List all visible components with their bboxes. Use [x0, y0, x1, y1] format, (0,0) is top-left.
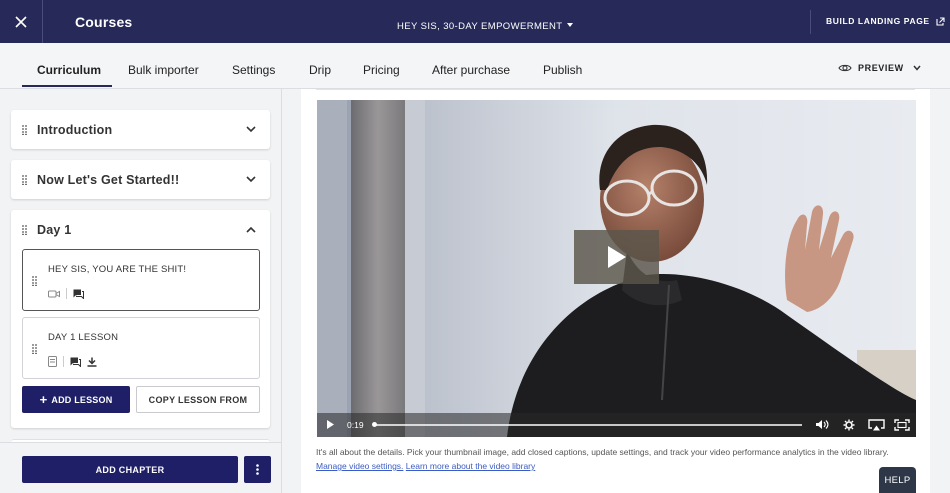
close-button[interactable]: [0, 0, 43, 43]
add-lesson-button[interactable]: + ADD LESSON: [22, 386, 130, 413]
chevron-down-icon: [913, 65, 921, 71]
lesson-item[interactable]: HEY SIS, YOU ARE THE SHIT!: [22, 249, 260, 311]
settings-gear-icon[interactable]: [843, 419, 855, 431]
more-options-button[interactable]: [244, 456, 271, 483]
add-chapter-button[interactable]: ADD CHAPTER: [22, 456, 238, 483]
video-controls: 0:19: [317, 413, 916, 437]
tab-curriculum[interactable]: Curriculum: [37, 63, 101, 77]
chapter-introduction[interactable]: Introduction: [11, 110, 270, 149]
build-landing-page-label: BUILD LANDING PAGE: [826, 16, 930, 26]
lesson-icons: [48, 356, 97, 367]
chevron-down-icon[interactable]: [246, 126, 256, 133]
drag-handle-icon[interactable]: [32, 276, 37, 286]
tab-pricing[interactable]: Pricing: [363, 63, 400, 77]
video-caption: It's all about the details. Pick your th…: [316, 445, 926, 473]
video-progress-bar[interactable]: [374, 424, 802, 426]
preview-button[interactable]: PREVIEW: [838, 63, 921, 73]
chapter-title: Now Let's Get Started!!: [37, 173, 180, 187]
external-link-icon: [936, 16, 945, 26]
lesson-icons: [48, 288, 84, 299]
tab-publish[interactable]: Publish: [543, 63, 582, 77]
chevron-down-icon[interactable]: [246, 176, 256, 183]
fullscreen-icon[interactable]: [894, 419, 910, 431]
header-divider: [810, 10, 811, 34]
video-icon: [48, 290, 60, 297]
main-content: 0:19 It's all about the details. Pick yo…: [283, 89, 950, 493]
comment-icon: [73, 289, 84, 299]
course-selector[interactable]: HEY SIS, 30-DAY EMPOWERMENT: [397, 21, 574, 32]
help-button[interactable]: HELP: [879, 467, 916, 493]
more-vertical-icon: [256, 464, 259, 475]
copy-lesson-button[interactable]: COPY LESSON FROM: [136, 386, 260, 413]
play-icon[interactable]: [326, 419, 335, 430]
comment-icon: [70, 357, 81, 367]
sidebar-footer: ADD CHAPTER: [0, 442, 281, 493]
active-tab-indicator: [22, 85, 112, 87]
text-icon: [48, 356, 57, 367]
build-landing-page-button[interactable]: BUILD LANDING PAGE: [826, 16, 945, 26]
tab-after-purchase[interactable]: After purchase: [432, 63, 510, 77]
play-icon: [607, 246, 626, 268]
chevron-up-icon[interactable]: [246, 226, 256, 233]
chapter-title: Introduction: [37, 123, 113, 137]
plus-icon: +: [39, 391, 48, 407]
course-name: HEY SIS, 30-DAY EMPOWERMENT: [397, 21, 563, 32]
add-lesson-label: ADD LESSON: [51, 394, 113, 405]
curriculum-sidebar: Introduction Now Let's Get Started!! Day…: [0, 89, 282, 493]
close-icon: [15, 15, 27, 28]
volume-icon[interactable]: [815, 419, 829, 430]
manage-video-settings-link[interactable]: Manage video settings.: [316, 461, 403, 471]
eye-icon: [838, 64, 852, 72]
tabs-bar: Curriculum Bulk importer Settings Drip P…: [0, 43, 950, 89]
chapter-now-lets-get-started[interactable]: Now Let's Get Started!!: [11, 160, 270, 199]
chapter-title[interactable]: Day 1: [37, 223, 71, 237]
drag-handle-icon[interactable]: [22, 175, 27, 185]
lesson-title: HEY SIS, YOU ARE THE SHIT!: [48, 264, 187, 275]
tab-settings[interactable]: Settings: [232, 63, 275, 77]
tab-drip[interactable]: Drip: [309, 63, 331, 77]
lesson-item[interactable]: DAY 1 LESSON: [22, 317, 260, 379]
video-library-link[interactable]: Learn more about the video library: [406, 461, 535, 471]
tab-bulk-importer[interactable]: Bulk importer: [128, 63, 199, 77]
lesson-title: DAY 1 LESSON: [48, 332, 119, 343]
caret-down-icon: [567, 23, 574, 27]
drag-handle-icon[interactable]: [32, 344, 37, 354]
airplay-icon[interactable]: [868, 419, 885, 431]
card-divider: [316, 89, 915, 90]
icon-separator: [66, 288, 67, 299]
current-time: 0:19: [347, 420, 364, 430]
video-player[interactable]: 0:19: [317, 100, 916, 437]
drag-handle-icon[interactable]: [22, 225, 27, 235]
page-title: Courses: [75, 14, 133, 30]
preview-label: PREVIEW: [858, 63, 904, 73]
caption-text: It's all about the details. Pick your th…: [316, 447, 889, 457]
icon-separator: [63, 356, 64, 367]
drag-handle-icon[interactable]: [22, 125, 27, 135]
play-overlay-button[interactable]: [574, 230, 659, 284]
video-progress-handle[interactable]: [372, 422, 377, 427]
download-icon: [87, 357, 97, 367]
top-bar: Courses HEY SIS, 30-DAY EMPOWERMENT BUIL…: [0, 0, 950, 43]
